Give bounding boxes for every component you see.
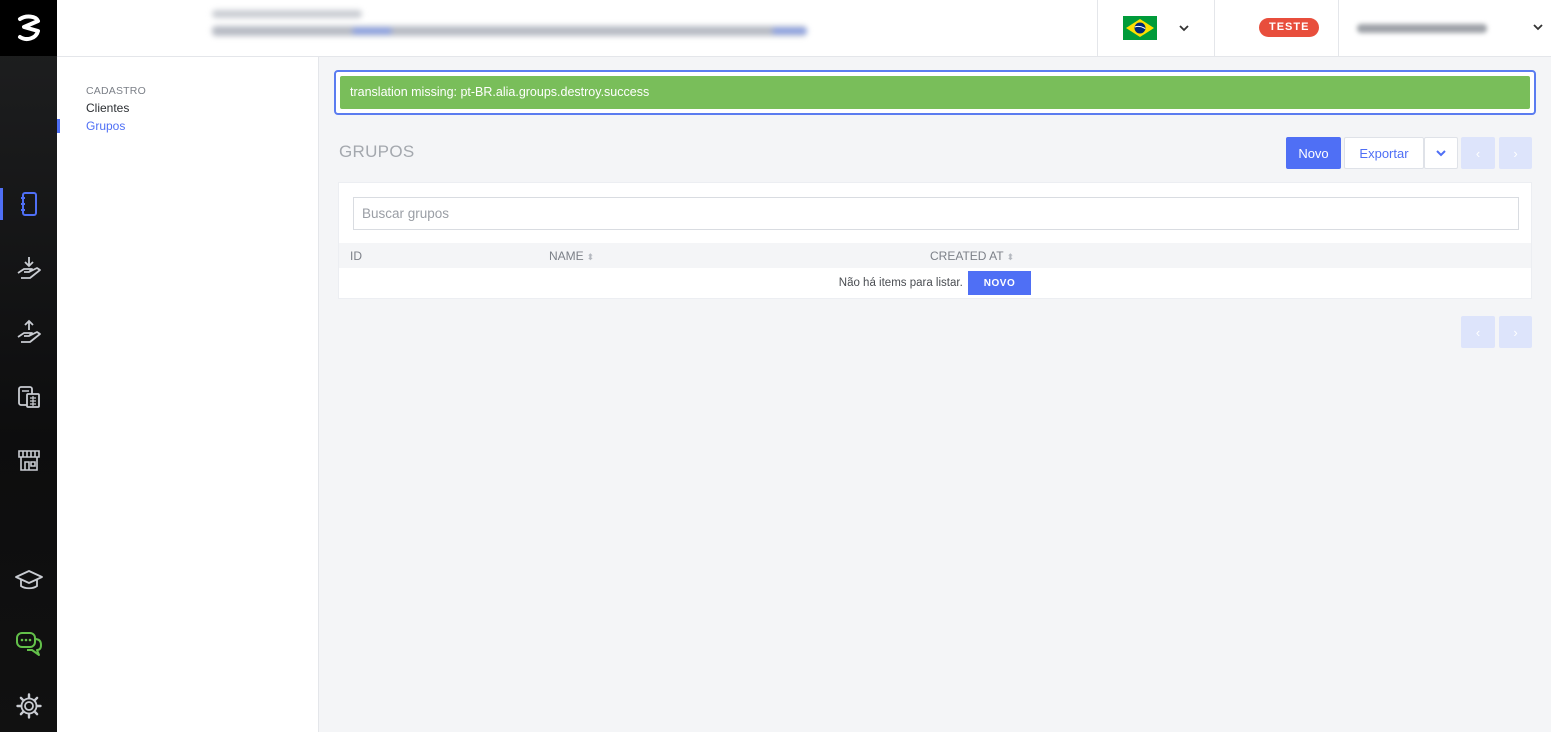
academy-icon[interactable] xyxy=(0,560,57,600)
breadcrumb xyxy=(212,6,812,44)
logo-icon[interactable] xyxy=(0,0,57,56)
alert-message: translation missing: pt-BR.alia.groups.d… xyxy=(340,76,1530,109)
page-title: GRUPOS xyxy=(339,142,415,161)
sidebar-section-title: CADASTRO xyxy=(86,85,146,97)
store-icon[interactable] xyxy=(0,440,57,480)
sidebar-item-grupos[interactable]: Grupos xyxy=(86,119,125,133)
chevron-down-icon xyxy=(1533,24,1543,31)
active-indicator xyxy=(57,119,60,133)
chevron-down-icon xyxy=(1179,24,1189,31)
environment-badge: TESTE xyxy=(1259,18,1320,37)
cadastro-icon[interactable] xyxy=(0,184,57,224)
main-rail xyxy=(0,0,57,732)
empty-state-text: Não há items para listar. xyxy=(838,277,963,289)
calculator-icon[interactable] xyxy=(0,377,57,417)
table-header: ID NAME ⬍ CREATED AT ⬍ xyxy=(339,243,1531,268)
chevron-down-icon xyxy=(1436,149,1446,156)
next-page-button[interactable]: › xyxy=(1499,137,1532,169)
brazil-flag-icon xyxy=(1123,16,1157,40)
chat-support-icon[interactable] xyxy=(0,624,57,664)
sort-icon: ⬍ xyxy=(586,252,595,262)
column-header-id: ID xyxy=(350,249,362,263)
column-header-name[interactable]: NAME ⬍ xyxy=(549,249,594,263)
bottom-prev-page-button[interactable]: ‹ xyxy=(1461,316,1495,348)
column-header-created-at[interactable]: CREATED AT ⬍ xyxy=(930,249,1014,263)
export-dropdown-button[interactable] xyxy=(1424,137,1458,169)
success-alert: translation missing: pt-BR.alia.groups.d… xyxy=(334,70,1536,115)
user-menu[interactable] xyxy=(1338,0,1551,56)
groups-table-card: ID NAME⬍ CREATED AT⬍ Não há items para l… xyxy=(338,182,1532,299)
language-selector[interactable] xyxy=(1097,0,1215,56)
user-name xyxy=(1357,23,1487,33)
receive-money-icon[interactable] xyxy=(0,248,57,288)
empty-state-new-button[interactable]: NOVO xyxy=(967,271,1032,295)
new-button[interactable]: Novo xyxy=(1286,137,1341,169)
empty-state-row: Não há items para listar. NOVO xyxy=(339,268,1531,298)
prev-page-button[interactable]: ‹ xyxy=(1461,137,1495,169)
top-bar: TESTE xyxy=(57,0,1551,57)
settings-icon[interactable] xyxy=(0,686,57,726)
bottom-next-page-button[interactable]: › xyxy=(1499,316,1532,348)
secondary-sidebar: CADASTRO Clientes Grupos xyxy=(57,57,319,732)
sort-icon: ⬍ xyxy=(1006,252,1015,262)
sidebar-item-clientes[interactable]: Clientes xyxy=(86,101,129,115)
search-input[interactable] xyxy=(353,197,1519,230)
export-button[interactable]: Exportar xyxy=(1344,137,1424,169)
send-money-icon[interactable] xyxy=(0,312,57,352)
